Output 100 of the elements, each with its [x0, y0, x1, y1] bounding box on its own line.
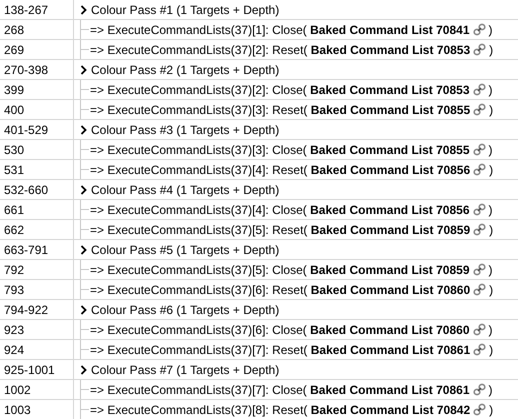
link-icon[interactable] — [472, 82, 487, 97]
link-icon[interactable] — [472, 222, 488, 237]
event-call: => ExecuteCommandLists(37)[2]: Close( Baked Command List 70853 — [90, 82, 470, 96]
tree-line — [78, 320, 90, 339]
event-row[interactable]: 793 => ExecuteCommandLists(37)[6]: Reset( Baked Command List 70860 ) — [0, 280, 518, 300]
close-paren: ) — [489, 102, 494, 116]
tree-line — [78, 40, 90, 59]
link-icon[interactable] — [472, 382, 487, 397]
event-row[interactable]: 268 => ExecuteCommandLists(37)[1]: Close( Baked Command List 70841 ) — [0, 20, 518, 40]
chevron-icon[interactable] — [80, 244, 87, 254]
event-row[interactable]: 662 => ExecuteCommandLists(37)[5]: Reset( Baked Command List 70859 ) — [0, 220, 518, 240]
tree-line — [78, 220, 90, 239]
event-id: 270-398 — [0, 60, 74, 79]
event-id: 924 — [0, 340, 74, 359]
group-label: Colour Pass #7 (1 Targets + Depth) — [91, 362, 280, 376]
event-id: 138-267 — [0, 0, 74, 19]
chevron-icon[interactable] — [80, 124, 87, 134]
link-icon[interactable] — [472, 142, 487, 157]
group-row[interactable]: 270-398 Colour Pass #2 (1 Targets + Depth) — [0, 60, 518, 80]
event-row[interactable]: 923 => ExecuteCommandLists(37)[6]: Close( Baked Command List 70860 ) — [0, 320, 518, 340]
event-row[interactable]: 269 => ExecuteCommandLists(37)[2]: Reset( Baked Command List 70853 ) — [0, 40, 518, 60]
event-id: 663-791 — [0, 240, 74, 259]
event-id: 923 — [0, 320, 74, 339]
event-call: => ExecuteCommandLists(37)[7]: Close( Baked Command List 70861 — [90, 382, 470, 396]
close-paren: ) — [489, 282, 494, 296]
close-paren: ) — [488, 382, 493, 396]
tree-line — [78, 380, 90, 399]
close-paren: ) — [488, 82, 493, 96]
link-icon[interactable] — [472, 402, 488, 417]
group-row[interactable]: 401-529 Colour Pass #3 (1 Targets + Depth) — [0, 120, 518, 140]
event-call: => ExecuteCommandLists(37)[4]: Reset( Baked Command List 70856 — [90, 162, 470, 176]
group-label: Colour Pass #3 (1 Targets + Depth) — [91, 122, 280, 136]
link-icon[interactable] — [472, 342, 488, 357]
event-id: 794-922 — [0, 300, 74, 319]
event-call: => ExecuteCommandLists(37)[8]: Reset( Baked Command List 70842 — [90, 402, 470, 416]
close-paren: ) — [488, 22, 493, 36]
tree-line — [78, 80, 90, 99]
link-icon[interactable] — [472, 322, 487, 337]
tree-line — [78, 260, 90, 279]
event-id: 1003 — [0, 400, 74, 419]
tree-line — [78, 100, 90, 119]
event-id: 268 — [0, 20, 74, 39]
link-icon[interactable] — [472, 162, 488, 177]
event-row[interactable]: 661 => ExecuteCommandLists(37)[4]: Close( Baked Command List 70856 ) — [0, 200, 518, 220]
group-row[interactable]: 925-1001 Colour Pass #7 (1 Targets + Depth) — [0, 360, 518, 380]
chevron-icon[interactable] — [80, 4, 87, 14]
event-id: 793 — [0, 280, 74, 299]
event-row[interactable]: 1003 => ExecuteCommandLists(37)[8]: Reset( Baked Command List 70842 ) — [0, 400, 518, 419]
group-label: Colour Pass #5 (1 Targets + Depth) — [91, 242, 280, 256]
tree-line — [78, 160, 90, 179]
event-call: => ExecuteCommandLists(37)[5]: Reset( Baked Command List 70859 — [90, 222, 470, 236]
event-id: 925-1001 — [0, 360, 74, 379]
event-id: 401-529 — [0, 120, 74, 139]
event-call: => ExecuteCommandLists(37)[3]: Reset( Baked Command List 70855 — [90, 102, 470, 116]
group-label: Colour Pass #4 (1 Targets + Depth) — [91, 182, 280, 196]
event-id: 661 — [0, 200, 74, 219]
chevron-icon[interactable] — [80, 64, 87, 74]
event-row[interactable]: 530 => ExecuteCommandLists(37)[3]: Close( Baked Command List 70855 ) — [0, 140, 518, 160]
event-call: => ExecuteCommandLists(37)[7]: Reset( Baked Command List 70861 — [90, 342, 470, 356]
event-id: 1002 — [0, 380, 74, 399]
link-icon[interactable] — [472, 262, 487, 277]
event-row[interactable]: 792 => ExecuteCommandLists(37)[5]: Close( Baked Command List 70859 ) — [0, 260, 518, 280]
event-id: 531 — [0, 160, 74, 179]
event-call: => ExecuteCommandLists(37)[2]: Reset( Baked Command List 70853 — [90, 42, 470, 56]
close-paren: ) — [488, 202, 493, 216]
group-label: Colour Pass #6 (1 Targets + Depth) — [91, 302, 280, 316]
tree-line — [78, 20, 90, 39]
event-id: 792 — [0, 260, 74, 279]
event-row[interactable]: 531 => ExecuteCommandLists(37)[4]: Reset( Baked Command List 70856 ) — [0, 160, 518, 180]
event-row[interactable]: 400 => ExecuteCommandLists(37)[3]: Reset( Baked Command List 70855 ) — [0, 100, 518, 120]
event-call: => ExecuteCommandLists(37)[1]: Close( Baked Command List 70841 — [90, 22, 470, 36]
link-icon[interactable] — [472, 202, 487, 217]
event-row[interactable]: 924 => ExecuteCommandLists(37)[7]: Reset( Baked Command List 70861 ) — [0, 340, 518, 360]
event-id: 530 — [0, 140, 74, 159]
chevron-icon[interactable] — [80, 184, 87, 194]
event-call: => ExecuteCommandLists(37)[3]: Close( Baked Command List 70855 — [90, 142, 470, 156]
close-paren: ) — [488, 142, 493, 156]
close-paren: ) — [489, 342, 494, 356]
chevron-icon[interactable] — [80, 364, 87, 374]
event-row[interactable]: 1002 => ExecuteCommandLists(37)[7]: Close( Baked Command List 70861 ) — [0, 380, 518, 400]
chevron-icon[interactable] — [80, 304, 87, 314]
event-call: => ExecuteCommandLists(37)[5]: Close( Baked Command List 70859 — [90, 262, 470, 276]
event-row[interactable]: 399 => ExecuteCommandLists(37)[2]: Close( Baked Command List 70853 ) — [0, 80, 518, 100]
close-paren: ) — [489, 222, 494, 236]
event-id: 269 — [0, 40, 74, 59]
close-paren: ) — [488, 322, 493, 336]
group-row[interactable]: 663-791 Colour Pass #5 (1 Targets + Depth) — [0, 240, 518, 260]
tree-line — [78, 340, 90, 359]
group-row[interactable]: 794-922 Colour Pass #6 (1 Targets + Depth) — [0, 300, 518, 320]
link-icon[interactable] — [472, 42, 488, 57]
tree-line — [78, 280, 90, 299]
close-paren: ) — [489, 162, 494, 176]
group-row[interactable]: 532-660 Colour Pass #4 (1 Targets + Depth) — [0, 180, 518, 200]
group-label: Colour Pass #1 (1 Targets + Depth) — [91, 2, 280, 16]
tree-line — [78, 400, 90, 419]
group-label: Colour Pass #2 (1 Targets + Depth) — [91, 62, 280, 76]
link-icon[interactable] — [472, 282, 488, 297]
link-icon[interactable] — [472, 102, 488, 117]
link-icon[interactable] — [472, 22, 487, 37]
group-row[interactable]: 138-267 Colour Pass #1 (1 Targets + Depth) — [0, 0, 518, 20]
